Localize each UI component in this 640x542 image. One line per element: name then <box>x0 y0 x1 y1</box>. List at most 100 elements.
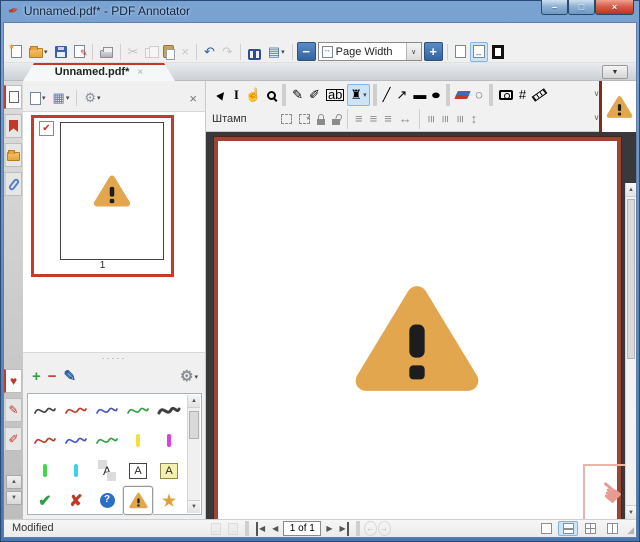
favorites-scrollbar[interactable]: ▲ ▼ <box>187 395 200 513</box>
minimize-button[interactable]: – <box>541 0 568 15</box>
marker-tool-button[interactable]: ✐ <box>306 84 323 106</box>
favorite-stamp-warning[interactable] <box>123 486 153 515</box>
lock-button[interactable] <box>314 109 328 129</box>
page-grid-view-button[interactable] <box>580 521 600 536</box>
scrollbar-thumb[interactable] <box>627 199 635 359</box>
favorite-stamp-cross[interactable]: ✘ <box>61 486 91 515</box>
sidebar-tab-bookmarks[interactable] <box>4 114 22 138</box>
fit-width-button[interactable] <box>469 41 488 62</box>
favorite-pen-blue[interactable] <box>92 396 122 425</box>
sidebar-tab-attachments[interactable] <box>4 172 22 196</box>
paste-button[interactable] <box>160 42 177 62</box>
page-menu-button[interactable]: ▾ <box>27 88 49 108</box>
warning-stamp-annotation[interactable] <box>353 281 481 396</box>
copy-button[interactable] <box>142 42 160 62</box>
zoom-in-button[interactable]: + <box>423 42 443 61</box>
save-as-button[interactable] <box>71 42 88 62</box>
favorite-marker-magenta[interactable] <box>154 426 184 455</box>
align-middle-button[interactable]: ≡ <box>438 109 453 129</box>
sidebar-tab-markers[interactable]: ✐ <box>4 427 22 451</box>
last-page-button[interactable]: ▶ <box>336 521 351 536</box>
scroll-down-icon[interactable]: ▼ <box>188 500 200 513</box>
previous-page-button[interactable]: ◀ <box>269 521 281 536</box>
scroll-up-icon[interactable]: ▲ <box>626 183 636 197</box>
measure-tool-button[interactable] <box>529 84 550 106</box>
new-document-button[interactable] <box>8 40 25 62</box>
maximize-button[interactable]: □ <box>568 0 595 15</box>
add-favorite-button[interactable]: + <box>29 367 44 387</box>
cut-button[interactable]: ✂ <box>125 42 142 62</box>
favorite-text-box-yellow[interactable]: A <box>154 456 184 485</box>
single-page-view-button[interactable] <box>536 521 556 536</box>
menu-view[interactable] <box>50 31 64 33</box>
stamp-tool-button[interactable]: ♜ ▾ <box>347 84 370 106</box>
pdf-page[interactable]: ☚ <box>213 136 636 519</box>
favorite-pen-green[interactable] <box>123 396 153 425</box>
edit-favorite-button[interactable]: ✎ <box>61 367 80 387</box>
open-button[interactable]: ▾ <box>26 42 51 62</box>
print-button[interactable] <box>97 42 116 62</box>
combo-arrow-icon[interactable]: ∨ <box>405 43 421 60</box>
redo-button[interactable]: ↷ <box>219 42 236 62</box>
two-columns-view-button[interactable] <box>602 521 622 536</box>
next-page-button[interactable]: ▶ <box>323 521 335 536</box>
close-button[interactable]: × <box>595 0 634 15</box>
thumbnail-selected[interactable]: ✔ 1 <box>31 115 174 277</box>
resize-grip[interactable]: ◢ <box>627 525 634 536</box>
unlock-button[interactable] <box>329 109 343 129</box>
favorite-pen-green-thin[interactable] <box>92 426 122 455</box>
previous-document-view-button[interactable] <box>208 521 224 539</box>
menu-window[interactable] <box>78 31 92 33</box>
align-center-button[interactable]: ≡ <box>367 109 381 129</box>
back-view-button[interactable]: ← <box>363 521 377 536</box>
text-tool-button[interactable]: ab <box>323 84 347 106</box>
undo-button[interactable]: ↶ <box>201 42 218 62</box>
select-tool-button[interactable]: ► <box>211 84 231 106</box>
favorite-stamp-check[interactable]: ✔ <box>30 486 60 515</box>
pan-tool-button[interactable]: ☝ <box>242 84 264 106</box>
scroll-down-icon[interactable]: ▼ <box>626 505 636 519</box>
zoom-tool-button[interactable] <box>264 84 279 106</box>
page-indicator-input[interactable] <box>283 521 322 536</box>
close-panel-button[interactable]: × <box>185 91 201 106</box>
snapshot-tool-button[interactable] <box>496 84 516 106</box>
manage-annotations-button[interactable]: ▤ ▾ <box>265 42 288 62</box>
favorite-pen-red[interactable] <box>61 396 91 425</box>
page-thumbnail[interactable] <box>60 122 164 260</box>
sidebar-tab-pages[interactable] <box>4 85 22 109</box>
favorites-settings-button[interactable]: ⚙ ▾ <box>177 367 201 387</box>
favorite-pen-blue-thin[interactable] <box>61 426 91 455</box>
rectangle-tool-button[interactable]: ▬ <box>410 84 429 106</box>
favorite-pen-red-thin[interactable] <box>30 426 60 455</box>
align-top-button[interactable]: ≡ <box>424 109 439 129</box>
tab-close-icon[interactable]: × <box>137 67 143 78</box>
fit-width-view-button[interactable] <box>558 521 578 536</box>
first-page-button[interactable]: ◀ <box>253 521 268 536</box>
menu-help[interactable] <box>92 31 106 33</box>
menu-extra[interactable] <box>64 31 78 33</box>
favorite-stamp-question[interactable] <box>92 486 122 515</box>
document-canvas[interactable]: ☚ ▲ ▼ <box>206 132 636 519</box>
align-right-button[interactable]: ≡ <box>381 109 395 129</box>
pages-settings-button[interactable]: ⚙ ▾ <box>81 88 103 108</box>
text-select-tool-button[interactable]: I <box>231 84 242 106</box>
menu-file[interactable] <box>8 31 22 33</box>
align-bottom-button[interactable]: ≡ <box>453 109 468 129</box>
remove-favorite-button[interactable]: − <box>45 367 60 387</box>
menu-tool[interactable] <box>36 31 50 33</box>
lasso-tool-button[interactable]: ◌ <box>472 84 486 106</box>
black-background-button[interactable] <box>489 42 507 62</box>
forward-view-button[interactable]: → <box>377 521 391 536</box>
eraser-tool-button[interactable] <box>453 84 472 106</box>
favorite-stamp-star[interactable]: ★ <box>154 486 184 515</box>
align-left-button[interactable]: ≡ <box>352 109 366 129</box>
zoom-out-button[interactable]: − <box>296 42 316 61</box>
favorite-text-box[interactable]: A <box>123 456 153 485</box>
current-stamp-preview[interactable] <box>599 81 636 132</box>
equal-horizontal-spacing-button[interactable]: ↔ <box>396 109 415 129</box>
scrollbar-thumb[interactable] <box>189 411 199 439</box>
vertical-scrollbar[interactable]: ▲ ▼ <box>625 183 636 519</box>
favorite-marker-yellow[interactable] <box>123 426 153 455</box>
save-button[interactable] <box>52 42 70 62</box>
delete-button[interactable]: × <box>178 42 192 62</box>
